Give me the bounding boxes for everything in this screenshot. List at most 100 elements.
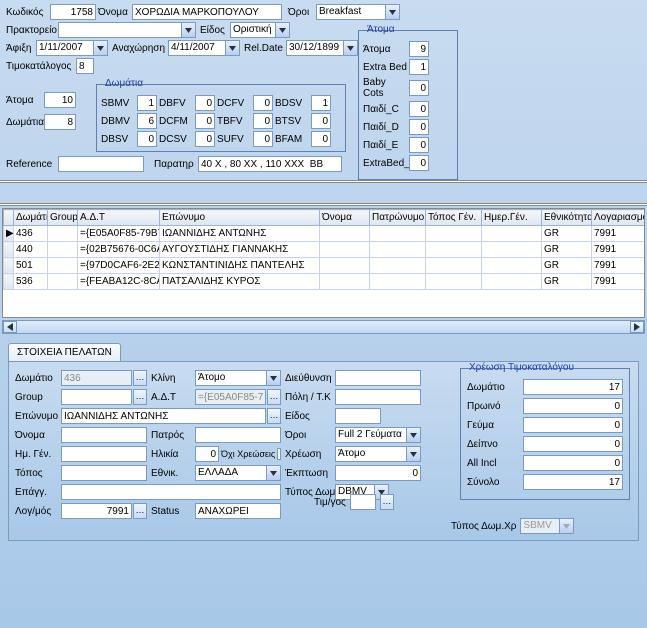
departure-date[interactable]: 4/11/2007 [168,40,240,56]
chevron-down-icon[interactable] [385,5,399,19]
roomtype-count-input[interactable] [137,95,157,111]
charge-row-input[interactable] [523,474,623,490]
horizontal-scrollbar[interactable] [2,320,645,334]
notes-input[interactable] [198,156,342,172]
grid-cell[interactable] [426,226,482,242]
table-row[interactable]: 536 ={FEABA12C-8CA5ΠΑΤΣΑΛΙΔΗΣ ΚΥΡΟΣ GR7991… [4,274,646,290]
age-input[interactable] [195,446,219,462]
grid-cell[interactable]: 7991 [592,242,646,258]
grid-cell[interactable]: GR [542,258,592,274]
address-input[interactable] [335,370,421,386]
terms2-combo[interactable]: Full 2 Γεύματα [335,427,421,443]
chevron-down-icon[interactable] [406,447,420,461]
charge-row-input[interactable] [523,398,623,414]
scroll-right-icon[interactable] [630,321,644,333]
pricelist-input[interactable] [76,58,94,74]
persons-row-input[interactable] [409,59,429,75]
name-input[interactable] [132,4,282,20]
nocharge-checkbox[interactable] [277,448,281,460]
persons-row-input[interactable] [409,101,429,117]
reference-input[interactable] [58,156,144,172]
chevron-down-icon[interactable] [266,466,280,480]
grid-cell[interactable]: ΙΩΑΝΝΙΔΗΣ ΑΝΤΩΝΗΣ [160,226,320,242]
grid-cell[interactable]: ={E05A0F85-79B7 [78,226,160,242]
grid-column-header[interactable]: Εθνικότητα [542,210,592,226]
roomtype-count-input[interactable] [311,95,331,111]
group-lookup-button[interactable]: … [133,389,147,405]
roomtype-count-input[interactable] [195,113,215,129]
chevron-down-icon[interactable] [343,41,357,55]
grid-column-header[interactable]: Α.Δ.Τ [78,210,160,226]
table-row[interactable]: 440={02B75676-0C6AΑΥΓΟΥΣΤΙΔΗΣ ΓΙΑΝΝΑΚΗΣG… [4,242,646,258]
bed-combo[interactable]: Άτομο [195,370,281,386]
scroll-left-icon[interactable] [3,321,17,333]
grid-cell[interactable] [426,274,482,290]
room-lookup-button[interactable]: … [133,370,147,386]
roomtype-count-input[interactable] [137,113,157,129]
grid-cell[interactable] [370,226,426,242]
grid-column-header[interactable]: Πατρώνυμο [370,210,426,226]
grid-cell[interactable]: 7991 [592,274,646,290]
grid-cell[interactable] [370,258,426,274]
grid-cell[interactable]: ={97D0CAF6-2E27 [78,258,160,274]
account-lookup-button[interactable]: … [133,503,147,519]
grid-column-header[interactable]: Group [48,210,78,226]
roomtype-count-input[interactable] [195,95,215,111]
type-combo[interactable]: Οριστική [230,22,290,38]
roomtype-count-input[interactable] [311,113,331,129]
agency-combo[interactable] [58,22,196,38]
grid-cell[interactable]: 440 [14,242,48,258]
tab-customer-details[interactable]: ΣΤΟΙΧΕΙΑ ΠΕΛΑΤΩΝ [8,343,121,362]
chevron-down-icon[interactable] [225,41,239,55]
grid-cell[interactable]: GR [542,242,592,258]
grid-column-header[interactable]: Επώνυμο [160,210,320,226]
roomtype-count-input[interactable] [253,113,273,129]
grid-cell[interactable]: 436 [14,226,48,242]
city-input[interactable] [335,389,421,405]
name2-input[interactable] [61,427,147,443]
grid-cell[interactable] [48,242,78,258]
charge-row-input[interactable] [523,455,623,471]
grid-cell[interactable]: 536 [14,274,48,290]
arrival-date[interactable]: 1/11/2007 [36,40,108,56]
grid-cell[interactable] [482,274,542,290]
nation-combo[interactable]: ΕΛΛΑΔΑ [195,465,281,481]
price-input[interactable] [350,494,376,510]
grid-cell[interactable]: GR [542,274,592,290]
grid-cell[interactable] [320,274,370,290]
persons-row-input[interactable] [409,137,429,153]
chevron-down-icon[interactable] [266,371,280,385]
discount-input[interactable] [335,465,421,481]
grid-cell[interactable]: ΚΩΝΣΤΑΝΤΙΝΙΔΗΣ ΠΑΝΤΕΛΗΣ [160,258,320,274]
grid-cell[interactable] [370,242,426,258]
roomtype-count-input[interactable] [253,95,273,111]
charge-row-input[interactable] [523,379,623,395]
table-row[interactable]: ▶436={E05A0F85-79B7ΙΩΑΝΝΙΔΗΣ ΑΝΤΩΝΗΣGR79… [4,226,646,242]
chevron-down-icon[interactable] [181,23,195,37]
table-row[interactable]: 501 ={97D0CAF6-2E27ΚΩΝΣΤΑΝΤΙΝΙΔΗΣ ΠΑΝΤΕΛΗ… [4,258,646,274]
surname-lookup-button[interactable]: … [267,408,281,424]
grid-cell[interactable]: ΠΑΤΣΑΛΙΔΗΣ ΚΥΡΟΣ [160,274,320,290]
surname-input[interactable] [61,408,266,424]
price-lookup-button[interactable]: … [380,494,394,510]
guests-grid[interactable]: ΔωμάτιοGroupΑ.Δ.ΤΕπώνυμοΌνομαΠατρώνυμοΤό… [3,209,645,290]
persons-row-input[interactable] [409,80,429,96]
grid-column-header[interactable]: Ημερ.Γέν. [482,210,542,226]
grid-cell[interactable] [48,258,78,274]
persons-input[interactable] [44,92,76,108]
roomtype-count-input[interactable] [311,131,331,147]
birthdate-input[interactable] [61,446,147,462]
grid-cell[interactable]: ={FEABA12C-8CA5 [78,274,160,290]
account-input[interactable] [61,503,132,519]
place-input[interactable] [61,465,147,481]
grid-cell[interactable] [482,226,542,242]
grid-cell[interactable]: ΑΥΓΟΥΣΤΙΔΗΣ ΓΙΑΝΝΑΚΗΣ [160,242,320,258]
father-input[interactable] [195,427,281,443]
grid-column-header[interactable]: Όνομα [320,210,370,226]
grid-cell[interactable] [426,258,482,274]
grid-cell[interactable]: 501 [14,258,48,274]
roomtype-count-input[interactable] [137,131,157,147]
chevron-down-icon[interactable] [275,23,289,37]
persons-row-input[interactable] [409,41,429,57]
adt-lookup-button[interactable]: … [267,389,281,405]
